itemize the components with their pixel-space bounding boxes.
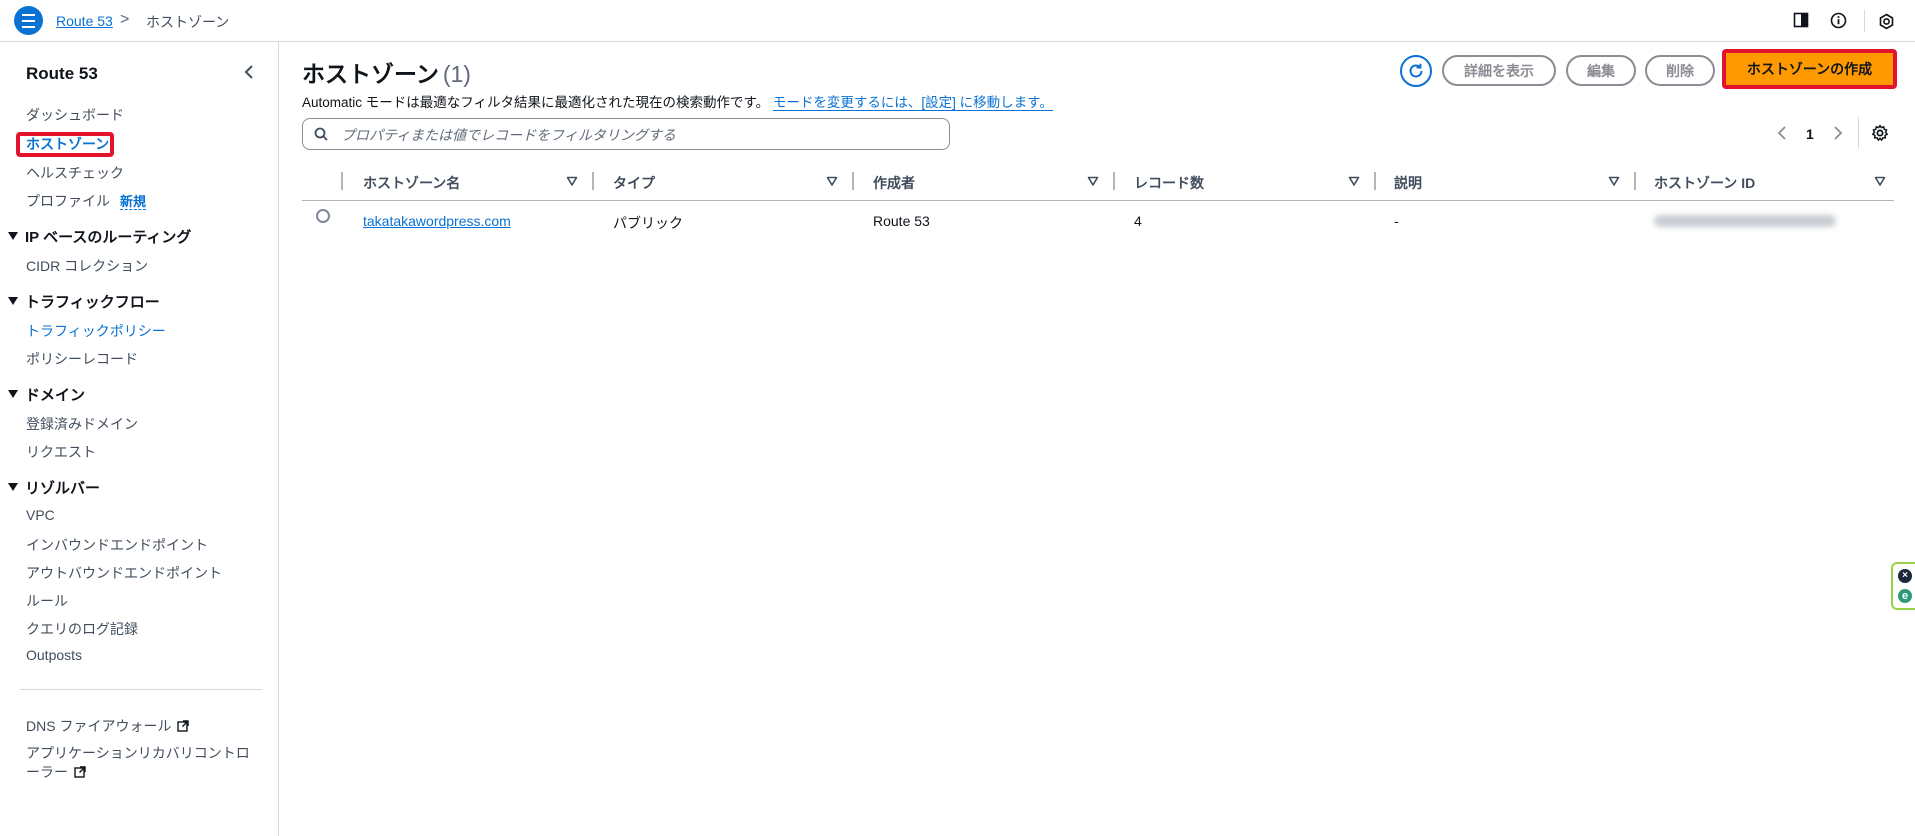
cloudshell-icon[interactable] bbox=[1877, 12, 1895, 30]
next-page-icon[interactable] bbox=[1831, 124, 1845, 142]
highlight-box-create-button: ホストゾーンの作成 bbox=[1722, 49, 1897, 89]
refresh-icon bbox=[1409, 63, 1423, 78]
sidebar-item-hosted-zones[interactable]: ホストゾーン bbox=[26, 134, 109, 154]
sort-icon[interactable] bbox=[566, 175, 578, 187]
sidebar-section-title: トラフィックフロー bbox=[25, 294, 160, 311]
sort-icon[interactable] bbox=[826, 175, 838, 187]
sidebar-item-profiles-label: プロファイル bbox=[26, 193, 110, 209]
description-text: Automatic モードは最適なフィルタ結果に最適化された現在の検索動作です。 bbox=[302, 95, 770, 110]
sidebar-item-registered-domains[interactable]: 登録済みドメイン bbox=[26, 414, 138, 434]
sidebar-item-vpcs[interactable]: VPC bbox=[26, 507, 55, 523]
panel-toggle-icon[interactable] bbox=[1792, 11, 1810, 29]
sidebar-section-title: IP ベースのルーティング bbox=[25, 229, 192, 246]
new-badge: 新規 bbox=[120, 194, 147, 210]
toolbar-divider bbox=[1864, 10, 1865, 32]
sort-icon[interactable] bbox=[1087, 175, 1099, 187]
delete-button[interactable]: 削除 bbox=[1645, 55, 1715, 86]
filter-search-box bbox=[302, 118, 950, 150]
sidebar-section-resolver[interactable]: リゾルバー bbox=[8, 477, 100, 498]
info-icon[interactable] bbox=[1829, 11, 1847, 29]
refresh-button[interactable] bbox=[1400, 55, 1432, 87]
close-icon[interactable]: × bbox=[1898, 569, 1912, 583]
caret-down-icon bbox=[8, 390, 18, 399]
page-title: ホストゾーン (1) bbox=[302, 55, 471, 89]
page-title-count: (1) bbox=[442, 61, 471, 87]
gear-icon[interactable] bbox=[1871, 124, 1889, 142]
cell-description: - bbox=[1394, 213, 1399, 229]
sidebar-item-label: DNS ファイアウォール bbox=[26, 718, 172, 734]
column-divider bbox=[341, 172, 343, 190]
sidebar-item-dns-firewall[interactable]: DNS ファイアウォール bbox=[26, 716, 190, 736]
column-divider[interactable] bbox=[1374, 172, 1376, 190]
sidebar-item-traffic-policies[interactable]: トラフィックポリシー bbox=[26, 321, 166, 341]
sidebar-section-title: リゾルバー bbox=[25, 480, 101, 497]
cell-created-by: Route 53 bbox=[873, 213, 930, 229]
sidebar-item-health-checks[interactable]: ヘルスチェック bbox=[26, 163, 124, 183]
caret-down-icon bbox=[8, 232, 18, 241]
sort-icon[interactable] bbox=[1348, 175, 1360, 187]
sidebar-item-inbound-endpoints[interactable]: インバウンドエンドポイント bbox=[26, 535, 208, 555]
search-icon bbox=[314, 127, 328, 141]
sidebar-divider bbox=[20, 689, 262, 690]
breadcrumb-current: ホストゾーン bbox=[146, 14, 230, 30]
cell-record-count: 4 bbox=[1134, 213, 1142, 229]
column-header-created-by[interactable]: 作成者 bbox=[873, 173, 915, 193]
sidebar-item-profiles[interactable]: プロファイル 新規 bbox=[26, 191, 147, 211]
page-title-text: ホストゾーン bbox=[302, 61, 439, 87]
sidebar-item-rules[interactable]: ルール bbox=[26, 591, 68, 611]
table-row[interactable]: takatakawordpress.com パブリック Route 53 4 - bbox=[302, 201, 1894, 239]
sidebar-item-cidr-collections[interactable]: CIDR コレクション bbox=[26, 256, 148, 276]
caret-down-icon bbox=[8, 297, 18, 306]
sidebar-item-outbound-endpoints[interactable]: アウトバウンドエンドポイント bbox=[26, 563, 222, 583]
column-divider[interactable] bbox=[852, 172, 854, 190]
sort-icon[interactable] bbox=[1874, 175, 1886, 187]
column-header-description[interactable]: 説明 bbox=[1394, 173, 1422, 193]
create-hosted-zone-button[interactable]: ホストゾーンの作成 bbox=[1726, 53, 1893, 85]
previous-page-icon[interactable] bbox=[1775, 124, 1789, 142]
external-link-icon bbox=[74, 766, 86, 778]
sidebar-section-traffic-flow[interactable]: トラフィックフロー bbox=[8, 291, 160, 312]
caret-down-icon bbox=[8, 483, 18, 492]
sidebar-item-label-continued: ーラー bbox=[26, 764, 68, 780]
pagination-divider bbox=[1858, 117, 1859, 149]
sidebar-item-outposts[interactable]: Outposts bbox=[26, 647, 82, 663]
search-input[interactable] bbox=[339, 123, 943, 147]
hosted-zone-name-link[interactable]: takatakawordpress.com bbox=[363, 213, 511, 229]
collapse-sidebar-icon[interactable] bbox=[240, 62, 258, 82]
extension-e-icon[interactable]: e bbox=[1898, 589, 1912, 603]
column-header-name[interactable]: ホストゾーン名 bbox=[363, 173, 460, 193]
sort-icon[interactable] bbox=[1608, 175, 1620, 187]
sidebar-section-ip-routing[interactable]: IP ベースのルーティング bbox=[8, 226, 191, 247]
breadcrumb-route53-link[interactable]: Route 53 bbox=[56, 13, 113, 29]
sidebar-item-policy-records[interactable]: ポリシーレコード bbox=[26, 349, 138, 369]
table-header: ホストゾーン名 タイプ 作成者 レコード数 説明 ホストゾーン ID bbox=[302, 163, 1894, 201]
external-link-icon bbox=[177, 720, 190, 732]
change-mode-link[interactable]: モードを変更するには、[設定] に移動します。 bbox=[772, 95, 1053, 111]
sidebar-title: Route 53 bbox=[26, 64, 98, 83]
sidebar-item-label: アプリケーションリカバリコントロ bbox=[26, 745, 250, 761]
browser-extension-widget: × e bbox=[1891, 562, 1915, 610]
menu-icon[interactable] bbox=[14, 6, 43, 35]
breadcrumb-separator-icon: > bbox=[120, 11, 130, 28]
top-navigation-bar: Route 53 > ホストゾーン bbox=[0, 0, 1915, 42]
edit-button[interactable]: 編集 bbox=[1566, 55, 1636, 86]
column-divider[interactable] bbox=[1634, 172, 1636, 190]
sidebar-section-title: ドメイン bbox=[25, 387, 86, 404]
column-header-zone-id[interactable]: ホストゾーン ID bbox=[1654, 173, 1755, 193]
column-divider[interactable] bbox=[1113, 172, 1115, 190]
sidebar-item-dashboard[interactable]: ダッシュボード bbox=[26, 105, 124, 125]
page-number-button[interactable]: 1 bbox=[1806, 126, 1814, 142]
sidebar-item-query-logging[interactable]: クエリのログ記録 bbox=[26, 619, 138, 639]
sidebar-item-application-recovery-controller[interactable]: アプリケーションリカバリコントロ ーラー bbox=[26, 744, 250, 782]
sidebar-item-requests[interactable]: リクエスト bbox=[26, 442, 96, 462]
search-mode-description: Automatic モードは最適なフィルタ結果に最適化された現在の検索動作です。… bbox=[302, 91, 1053, 111]
row-select-radio[interactable] bbox=[316, 209, 330, 223]
column-divider[interactable] bbox=[592, 172, 594, 190]
cell-zone-id-redacted bbox=[1654, 215, 1836, 227]
cell-type: パブリック bbox=[613, 215, 683, 231]
column-header-type[interactable]: タイプ bbox=[613, 173, 655, 193]
view-details-button[interactable]: 詳細を表示 bbox=[1442, 55, 1556, 86]
sidebar-section-domains[interactable]: ドメイン bbox=[8, 384, 85, 405]
column-header-record-count[interactable]: レコード数 bbox=[1134, 173, 1204, 193]
